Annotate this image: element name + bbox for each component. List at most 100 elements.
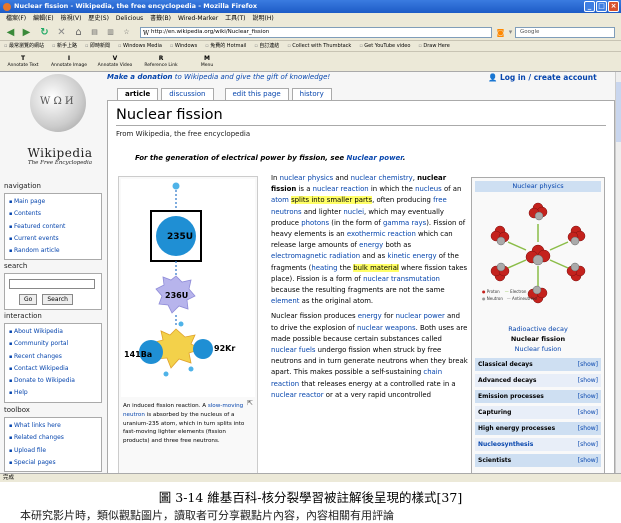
forward-arrow-icon[interactable]: ▶: [20, 26, 33, 39]
nuclear-fusion-link[interactable]: Nuclear fusion: [472, 344, 604, 354]
tab-edit[interactable]: edit this page: [224, 88, 289, 100]
page-tabs: article discussion edit this page histor…: [117, 88, 332, 100]
page-content: Wikipedia The Free Encyclopedia navigati…: [0, 72, 615, 473]
nav-main-page[interactable]: Main page: [9, 196, 97, 208]
menu-delicious[interactable]: Delicious: [116, 13, 143, 24]
close-button[interactable]: ×: [608, 1, 619, 12]
show-toggle[interactable]: [show]: [578, 374, 598, 387]
menu-history[interactable]: 歷史(S): [88, 13, 109, 24]
paragraph: In nuclear physics and nuclear chemistry…: [271, 174, 468, 306]
nuclear-power-link[interactable]: Nuclear power: [347, 154, 403, 162]
figure-caption: An induced fission reaction. A slow-movi…: [123, 403, 245, 445]
donate-link[interactable]: Make a donation: [107, 73, 173, 81]
show-toggle[interactable]: [show]: [578, 358, 598, 371]
toolbox-related-changes[interactable]: Related changes: [9, 432, 97, 444]
bookmark-item[interactable]: Collect with Thumbtack: [287, 41, 351, 51]
show-toggle[interactable]: [show]: [578, 454, 598, 467]
search-button[interactable]: Search: [42, 293, 73, 305]
menu-help[interactable]: 說明(H): [253, 13, 274, 24]
menu-button[interactable]: M Menu: [186, 55, 228, 69]
menu-view[interactable]: 檢視(V): [61, 13, 82, 24]
fission-diagram[interactable]: 235U 236U 141Ba 92Kr: [121, 179, 255, 397]
nav-featured-content[interactable]: Featured content: [9, 221, 97, 233]
vertical-scrollbar[interactable]: [615, 72, 621, 473]
login-link[interactable]: 👤 Log in / create account: [488, 73, 597, 82]
maximize-button[interactable]: □: [596, 1, 607, 12]
bookmark-item[interactable]: Windows Media: [118, 41, 162, 51]
krypton-label: 92Kr: [214, 344, 235, 353]
section-capturing: Capturing [show]: [475, 406, 601, 419]
barium-label: 141Ba: [124, 350, 152, 359]
interaction-about[interactable]: About Wikipedia: [9, 326, 97, 338]
infobox-legend: ● Proton — Electron ● Neutron — Antineut…: [482, 289, 537, 301]
wikipedia-logo[interactable]: Wikipedia The Free Encyclopedia: [4, 74, 104, 174]
user-icon: 👤: [488, 73, 500, 82]
search-portlet: Go Search: [4, 273, 102, 310]
interaction-contact[interactable]: Contact Wikipedia: [9, 363, 97, 375]
tab-discussion[interactable]: discussion: [161, 88, 214, 100]
donate-text: to Wikipedia and give the gift of knowle…: [172, 73, 331, 81]
nav-current-events[interactable]: Current events: [9, 233, 97, 245]
enlarge-icon[interactable]: ⇱: [247, 399, 253, 407]
bookmark-item[interactable]: Draw Here: [418, 41, 450, 51]
tab-history[interactable]: history: [291, 88, 332, 100]
annotate-text-button[interactable]: T Annotate Text: [2, 55, 44, 69]
interaction-donate[interactable]: Donate to Wikipedia: [9, 375, 97, 387]
bookmark-item[interactable]: 免費的 Hotmail: [205, 41, 246, 51]
interaction-help[interactable]: Help: [9, 387, 97, 399]
toolbox-special-pages[interactable]: Special pages: [9, 457, 97, 469]
bookmark-item[interactable]: 自訂連結: [254, 41, 279, 51]
print-icon[interactable]: ▥: [104, 26, 117, 39]
bookmarks-toolbar: 最常瀏覽的網站 新手上路 即時新聞 Windows Media Windows …: [0, 41, 621, 52]
bookmark-item[interactable]: Get YouTube video: [359, 41, 410, 51]
go-button[interactable]: Go: [19, 293, 38, 305]
window-controls: _ □ ×: [584, 1, 619, 12]
interaction-community-portal[interactable]: Community portal: [9, 338, 97, 350]
back-arrow-icon[interactable]: ◀: [4, 26, 17, 39]
menu-tools[interactable]: 工具(T): [225, 13, 245, 24]
reference-link-button[interactable]: R Reference Link: [140, 55, 182, 69]
article-body: Nuclear fission From Wikipedia, the free…: [107, 100, 615, 473]
bookmark-item[interactable]: Windows: [170, 41, 197, 51]
radioactive-decay-link[interactable]: Radioactive decay: [472, 324, 604, 334]
show-toggle[interactable]: [show]: [578, 406, 598, 419]
reload-icon[interactable]: ↻: [38, 26, 51, 39]
show-toggle[interactable]: [show]: [578, 390, 598, 403]
interaction-heading: interaction: [4, 312, 42, 320]
window-titlebar: Nuclear fission - Wikipedia, the free en…: [0, 0, 621, 13]
disambiguation-note: For the generation of electrical power b…: [135, 154, 406, 162]
search-engine-box[interactable]: Google: [515, 27, 615, 38]
tab-article[interactable]: article: [117, 88, 159, 100]
menu-bar: 檔案(F) 編輯(E) 檢視(V) 歷史(S) Delicious 書籤(B) …: [0, 13, 621, 24]
nuclear-physics-infobox: Nuclear physics ● Proton — Electron ● Ne…: [471, 177, 605, 473]
menu-bookmarks[interactable]: 書籤(B): [150, 13, 171, 24]
annotate-image-button[interactable]: I Annotate Image: [48, 55, 90, 69]
bookmark-item[interactable]: 即時新聞: [85, 41, 110, 51]
annotate-video-button[interactable]: V Annotate Video: [94, 55, 136, 69]
toolbox-what-links-here[interactable]: What links here: [9, 420, 97, 432]
nav-random-article[interactable]: Random article: [9, 245, 97, 257]
nav-contents[interactable]: Contents: [9, 208, 97, 220]
bookmark-item[interactable]: 新手上路: [52, 41, 77, 51]
show-toggle[interactable]: [show]: [578, 422, 598, 435]
bookmark-icon[interactable]: ☆: [120, 26, 133, 39]
stop-icon[interactable]: ✕: [55, 26, 68, 39]
menu-file[interactable]: 檔案(F): [6, 13, 26, 24]
wiki-search-input[interactable]: [9, 279, 95, 289]
search-engine-placeholder: Google: [520, 29, 540, 35]
interaction-portlet: About Wikipedia Community portal Recent …: [4, 323, 102, 403]
toolbox-upload-file[interactable]: Upload file: [9, 445, 97, 457]
show-toggle[interactable]: [show]: [578, 438, 598, 451]
minimize-button[interactable]: _: [584, 1, 595, 12]
infobox-header[interactable]: Nuclear physics: [475, 181, 601, 192]
page-icon[interactable]: ▤: [88, 26, 101, 39]
status-text: 完成: [3, 475, 15, 481]
menu-edit[interactable]: 編輯(E): [33, 13, 53, 24]
bookmark-item[interactable]: 最常瀏覽的網站: [4, 41, 44, 51]
scrollbar-thumb[interactable]: [616, 82, 621, 142]
site-subtitle: From Wikipedia, the free encyclopedia: [116, 130, 251, 138]
home-icon[interactable]: ⌂: [72, 26, 85, 39]
address-bar[interactable]: W http://en.wikipedia.org/wiki/Nuclear_f…: [140, 27, 492, 38]
menu-wired-marker[interactable]: Wired-Marker: [178, 13, 218, 24]
interaction-recent-changes[interactable]: Recent changes: [9, 351, 97, 363]
